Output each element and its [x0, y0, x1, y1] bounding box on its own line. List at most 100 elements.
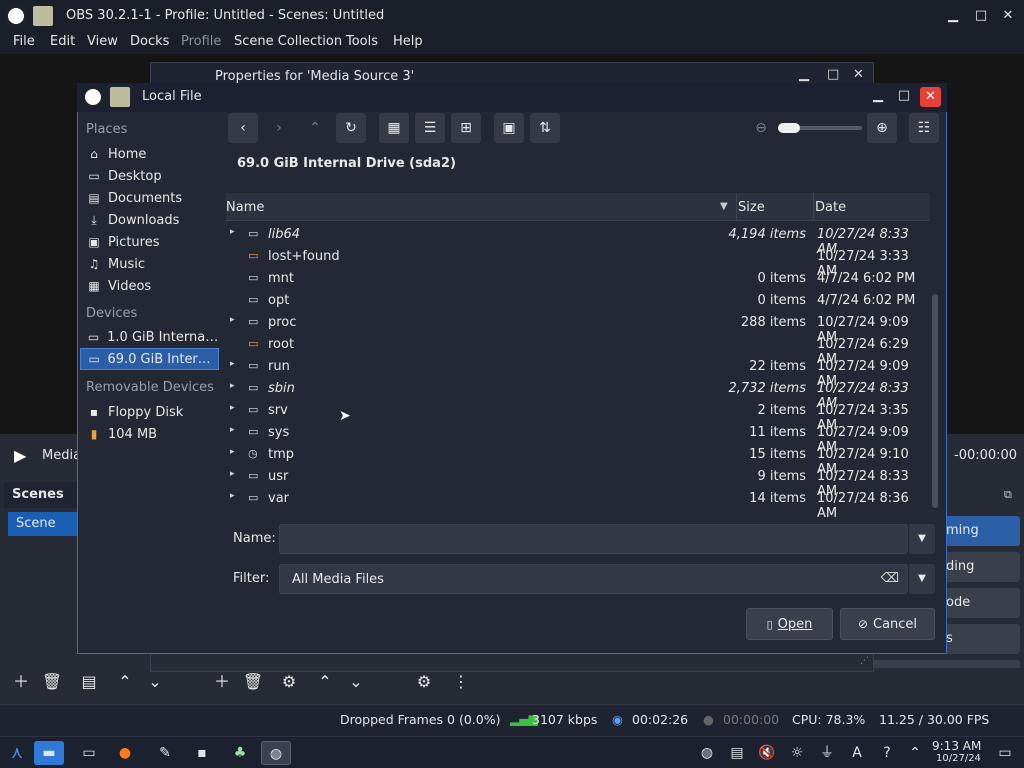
dock-float-icon[interactable]: ⧉ [1004, 488, 1012, 502]
file-row-opt[interactable]: ▭ opt 0 items 4/7/24 6:02 PM [226, 290, 930, 312]
expand-arrow-icon[interactable]: ▸ [230, 425, 240, 435]
props-maximize-icon[interactable]: □ [827, 67, 839, 82]
scene-filters-icon[interactable]: ▤ [77, 670, 101, 694]
source-properties-icon[interactable]: ⚙ [277, 670, 301, 694]
sidebar-item-videos[interactable]: ▦ Videos [80, 275, 219, 297]
column-separator[interactable] [813, 193, 814, 221]
sidebar-item-downloads[interactable]: ⤓ Downloads [80, 209, 219, 231]
detailed-view-button[interactable]: ☰ [415, 113, 445, 143]
sidebar-item-home[interactable]: ⌂ Home [80, 143, 219, 165]
obs-taskbar-icon[interactable]: ◍ [261, 741, 291, 765]
app-icon[interactable]: ♣ [225, 741, 255, 765]
expand-arrow-icon[interactable]: ▸ [230, 469, 240, 479]
sort-button[interactable]: ⇅ [530, 113, 560, 143]
dialog-minimize-icon[interactable]: ▁ [869, 88, 887, 106]
expand-arrow-icon[interactable]: ▸ [230, 447, 240, 457]
sidebar-item-104mb[interactable]: ▮ 104 MB [80, 423, 219, 445]
file-row-run[interactable]: ▸ ▭ run 22 items 10/27/24 9:09 AM [226, 356, 930, 389]
file-row-lib64[interactable]: ▸ ▭ lib64 4,194 items 10/27/24 8:33 AM [226, 224, 930, 257]
file-list-scrollbar[interactable] [932, 294, 938, 508]
file-row-tmp[interactable]: ▸ ◷ tmp 15 items 10/27/24 9:10 AM [226, 444, 930, 477]
remove-source-icon[interactable]: 🗑 [241, 670, 265, 694]
options-button[interactable]: ☷ [909, 113, 939, 143]
column-separator[interactable] [736, 193, 737, 221]
menu-edit[interactable]: Edit [50, 34, 75, 49]
filter-dropdown-icon[interactable]: ▼ [909, 564, 935, 594]
tray-expand-icon[interactable]: ⌃ [900, 741, 930, 765]
firefox-icon[interactable]: ● [110, 741, 140, 765]
file-row-srv[interactable]: ▸ ▭ srv 2 items 10/27/24 3:35 AM [226, 400, 930, 433]
sidebar-item-desktop[interactable]: ▭ Desktop [80, 165, 219, 187]
play-icon[interactable]: ▶ [14, 446, 26, 465]
usb-icon[interactable]: ⏚ [812, 741, 842, 765]
open-button[interactable]: ▯ Open [746, 608, 833, 640]
forward-button[interactable]: › [264, 113, 294, 143]
clipboard-icon[interactable]: ▤ [722, 741, 752, 765]
obs-tray-icon[interactable]: ◍ [692, 741, 722, 765]
minimize-icon[interactable]: ▁ [945, 8, 961, 24]
menu-profile[interactable]: Profile [181, 34, 221, 49]
menu-view[interactable]: View [87, 34, 118, 49]
zoom-in-button[interactable]: ⊕ [867, 113, 897, 143]
cancel-button[interactable]: ⊘ Cancel [840, 608, 935, 640]
source-down-icon[interactable]: ⌄ [344, 670, 368, 694]
file-row-root[interactable]: ▭ root 10/27/24 6:29 AM [226, 334, 930, 367]
column-size[interactable]: Size [738, 200, 765, 215]
sort-descending-icon[interactable]: ▼ [720, 201, 728, 212]
back-button[interactable]: ‹ [228, 113, 258, 143]
menu-help[interactable]: Help [393, 34, 423, 49]
close-icon[interactable]: ✕ [1000, 8, 1016, 24]
brightness-icon[interactable]: ☼ [782, 741, 812, 765]
file-row-sys[interactable]: ▸ ▭ sys 11 items 10/27/24 9:09 AM [226, 422, 930, 455]
props-minimize-icon[interactable]: ▁ [799, 67, 809, 82]
menu-tools[interactable]: Tools [346, 34, 378, 49]
text-editor-icon[interactable]: ✎ [150, 741, 180, 765]
app-launcher-icon[interactable]: ⋏ [2, 741, 32, 765]
resize-grip-icon[interactable]: ⋰ [860, 656, 869, 666]
expand-arrow-icon[interactable]: ▸ [230, 359, 240, 369]
keyboard-layout-icon[interactable]: A [842, 741, 872, 765]
zoom-slider-handle[interactable] [778, 123, 800, 133]
file-manager-icon[interactable]: ▬ [34, 741, 64, 765]
audio-settings-icon[interactable]: ⚙ [412, 670, 436, 694]
dialog-maximize-icon[interactable]: □ [895, 88, 913, 106]
sidebar-item-documents[interactable]: ▤ Documents [80, 187, 219, 209]
file-row-sbin[interactable]: ▸ ▭ sbin 2,732 items 10/27/24 8:33 AM [226, 378, 930, 411]
sidebar-item-floppy[interactable]: ▪ Floppy Disk [80, 401, 219, 423]
menu-scene-collection[interactable]: Scene Collection [234, 34, 342, 49]
props-close-icon[interactable]: ✕ [853, 67, 864, 82]
volume-muted-icon[interactable]: 🔇 [752, 741, 782, 765]
tree-view-button[interactable]: ⊞ [451, 113, 481, 143]
name-history-dropdown-icon[interactable]: ▼ [909, 524, 935, 554]
expand-arrow-icon[interactable]: ▸ [230, 227, 240, 237]
scene-list-item[interactable]: Scene [8, 512, 78, 536]
expand-arrow-icon[interactable]: ▸ [230, 491, 240, 501]
konsole-icon[interactable]: ▪ [187, 741, 217, 765]
file-row-var[interactable]: ▸ ▭ var 14 items 10/27/24 8:36 AM [226, 488, 930, 521]
sidebar-item-music[interactable]: ♫ Music [80, 253, 219, 275]
preview-toggle-button[interactable]: ▣ [494, 113, 524, 143]
add-source-icon[interactable]: ＋ [210, 670, 234, 694]
sidebar-item-pictures[interactable]: ▣ Pictures [80, 231, 219, 253]
file-row-lost-found[interactable]: ▭ lost+found 10/27/24 3:33 AM [226, 246, 930, 279]
sidebar-item-device-69gib[interactable]: ▭ 69.0 GiB Internal... [80, 348, 219, 370]
dialog-close-icon[interactable]: ✕ [920, 87, 941, 107]
terminal-icon[interactable]: ▭ [74, 741, 104, 765]
move-up-icon[interactable]: ⌃ [113, 670, 137, 694]
file-row-usr[interactable]: ▸ ▭ usr 9 items 10/27/24 8:33 AM [226, 466, 930, 499]
remove-scene-icon[interactable]: 🗑 [40, 670, 64, 694]
clock-date[interactable]: 10/27/24 [936, 753, 981, 764]
reload-button[interactable]: ↻ [336, 113, 366, 143]
zoom-out-button[interactable]: ⊖ [746, 113, 776, 143]
menu-file[interactable]: File [13, 34, 35, 49]
sidebar-item-device-1gib[interactable]: ▭ 1.0 GiB Internal ... [80, 326, 219, 348]
source-up-icon[interactable]: ⌃ [313, 670, 337, 694]
add-scene-icon[interactable]: ＋ [9, 670, 33, 694]
menu-docks[interactable]: Docks [130, 34, 169, 49]
expand-arrow-icon[interactable]: ▸ [230, 403, 240, 413]
maximize-icon[interactable]: □ [973, 8, 989, 24]
help-icon[interactable]: ? [872, 741, 902, 765]
filter-combobox[interactable]: All Media Files ⌫ [279, 564, 908, 594]
more-options-icon[interactable]: ⋮ [449, 670, 473, 694]
column-date[interactable]: Date [815, 200, 846, 215]
